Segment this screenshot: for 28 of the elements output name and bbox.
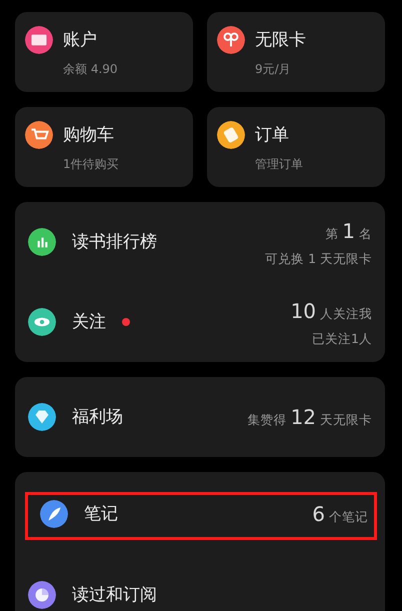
row-detail: 可兑换 1 天无限卡 [265, 250, 372, 268]
row-title: 笔记 [84, 504, 118, 524]
row-detail: 第 1 名 [325, 218, 372, 245]
row-title: 读过和订阅 [72, 585, 157, 605]
tile-card[interactable]: 无限卡 9元/月 [207, 12, 385, 92]
menu-row[interactable]: 福利场 集赞得 12 天无限卡 [28, 377, 372, 457]
menu-row[interactable]: 读过和订阅 [28, 555, 372, 611]
menu-row[interactable]: 关注 10 人关注我 已关注1人 [28, 282, 372, 362]
tile-title: 无限卡 [255, 30, 306, 50]
tile-subtitle: 9元/月 [255, 61, 292, 78]
menu-row[interactable]: 读书排行榜 第 1 名 可兑换 1 天无限卡 [28, 202, 372, 282]
tile-subtitle: 余额 4.90 [63, 61, 119, 78]
tile-card[interactable]: 购物车 1件待购买 [15, 107, 193, 187]
menu-row[interactable]: 笔记 6 个笔记 [40, 492, 368, 535]
row-detail: 集赞得 12 天无限卡 [248, 404, 372, 431]
row-detail: 10 人关注我 [290, 298, 372, 325]
tile-title: 账户 [63, 30, 97, 50]
tile-title: 订单 [255, 125, 289, 145]
row-detail: 已关注1人 [312, 330, 372, 348]
row-title: 读书排行榜 [72, 232, 157, 252]
row-title: 关注 [72, 312, 106, 332]
tile-card[interactable]: 账户 余额 4.90 [15, 12, 193, 92]
row-title: 福利场 [72, 407, 123, 427]
tile-card[interactable]: 订单 管理订单 [207, 107, 385, 187]
tile-title: 购物车 [63, 125, 114, 145]
row-detail: 6 个笔记 [312, 500, 368, 528]
tile-subtitle: 管理订单 [255, 156, 304, 173]
tile-subtitle: 1件待购买 [63, 156, 120, 173]
